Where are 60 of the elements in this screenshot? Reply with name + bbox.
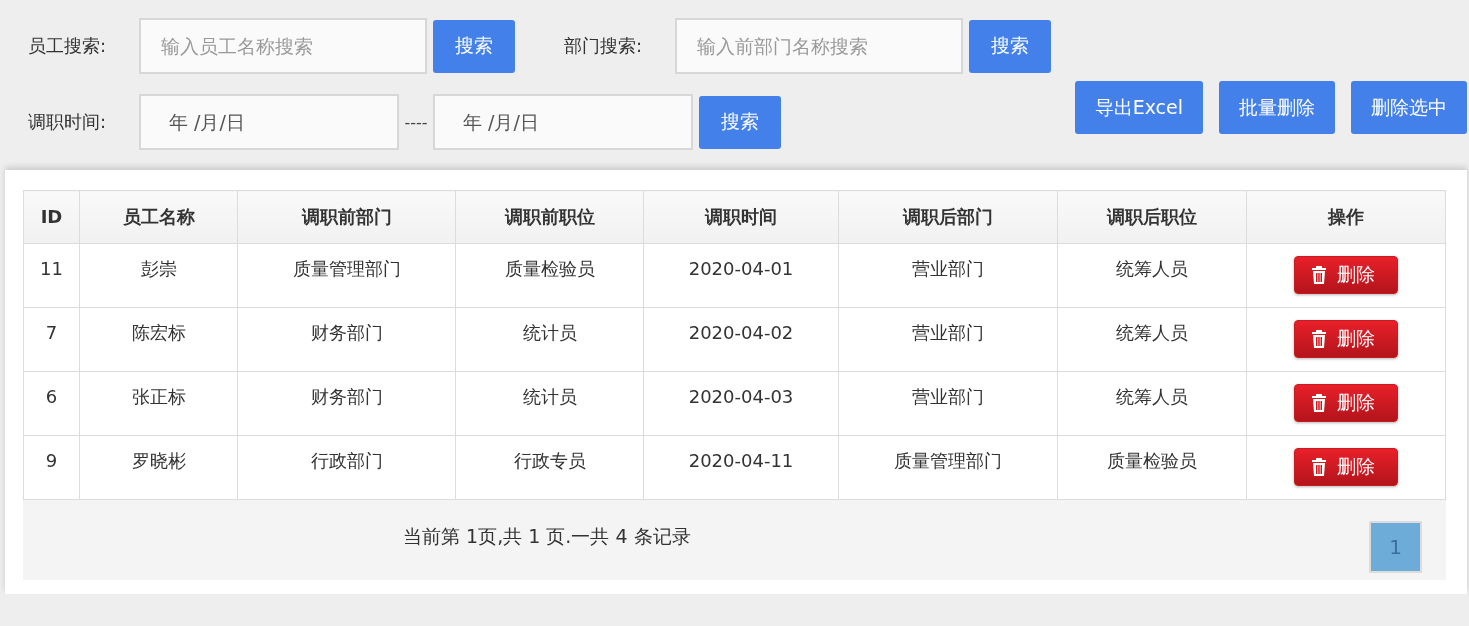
table-cell: 质量检验员	[455, 243, 644, 308]
table-cell: 7	[23, 307, 80, 372]
trash-icon	[1311, 393, 1327, 413]
date-separator: ----	[403, 112, 429, 132]
date-to-field[interactable]: 年 /月/日	[433, 94, 693, 150]
transfer-date-label: 调职时间:	[28, 110, 108, 134]
table-cell: 6	[23, 371, 80, 436]
table-cell: 财务部门	[237, 307, 456, 372]
table-cell: 营业部门	[838, 371, 1058, 436]
column-header: 调职时间	[643, 190, 839, 244]
delete-button[interactable]: 删除	[1294, 448, 1398, 486]
employee-search-field[interactable]: 输入员工名称搜索	[139, 18, 427, 74]
action-button[interactable]: 批量删除	[1219, 81, 1335, 134]
table-cell: 营业部门	[838, 243, 1058, 308]
table-cell: 质量管理部门	[237, 243, 456, 308]
department-search-label: 部门搜索:	[564, 34, 644, 58]
table-cell: 统计员	[455, 307, 644, 372]
table-cell: 统筹人员	[1057, 243, 1247, 308]
column-header: 调职前部门	[237, 190, 456, 244]
employee-search-label: 员工搜索:	[28, 34, 108, 58]
table-cell: 2020-04-01	[643, 243, 839, 308]
action-button[interactable]: 删除选中	[1351, 81, 1467, 134]
table-cell: 质量管理部门	[838, 435, 1058, 500]
table-cell: 2020-04-03	[643, 371, 839, 436]
trash-icon	[1311, 265, 1327, 285]
pagination-summary: 当前第 1页,共 1 页.一共 4 条记录	[403, 524, 691, 549]
page-button[interactable]: 1	[1369, 521, 1422, 573]
table-cell: 2020-04-11	[643, 435, 839, 500]
table-cell: 9	[23, 435, 80, 500]
column-header: 员工名称	[79, 190, 238, 244]
delete-button[interactable]: 删除	[1294, 384, 1398, 422]
search-button[interactable]: 搜索	[699, 95, 781, 149]
search-button[interactable]: 搜索	[433, 19, 515, 73]
table-cell: 张正标	[79, 371, 238, 436]
delete-button[interactable]: 删除	[1294, 320, 1398, 358]
trash-icon	[1311, 329, 1327, 349]
table-cell: 罗晓彬	[79, 435, 238, 500]
column-header: 调职后职位	[1057, 190, 1247, 244]
table-cell: 统筹人员	[1057, 307, 1247, 372]
table-cell: 行政部门	[237, 435, 456, 500]
column-header: 操作	[1246, 190, 1446, 244]
table-cell: 11	[23, 243, 80, 308]
column-header: ID	[23, 190, 80, 244]
table-cell: 行政专员	[455, 435, 644, 500]
table-cell: 质量检验员	[1057, 435, 1247, 500]
table-cell: 营业部门	[838, 307, 1058, 372]
search-button[interactable]: 搜索	[969, 19, 1051, 73]
action-button[interactable]: 导出Excel	[1074, 81, 1203, 134]
table-cell: 财务部门	[237, 371, 456, 436]
delete-button[interactable]: 删除	[1294, 256, 1398, 294]
trash-icon	[1311, 457, 1327, 477]
table-cell: 2020-04-02	[643, 307, 839, 372]
department-search-field[interactable]: 输入前部门名称搜索	[675, 18, 963, 74]
column-header: 调职前职位	[455, 190, 644, 244]
date-from-field[interactable]: 年 /月/日	[139, 94, 399, 150]
table-cell: 彭崇	[79, 243, 238, 308]
table-cell: 统计员	[455, 371, 644, 436]
table-cell: 陈宏标	[79, 307, 238, 372]
column-header: 调职后部门	[838, 190, 1058, 244]
table-cell: 统筹人员	[1057, 371, 1247, 436]
